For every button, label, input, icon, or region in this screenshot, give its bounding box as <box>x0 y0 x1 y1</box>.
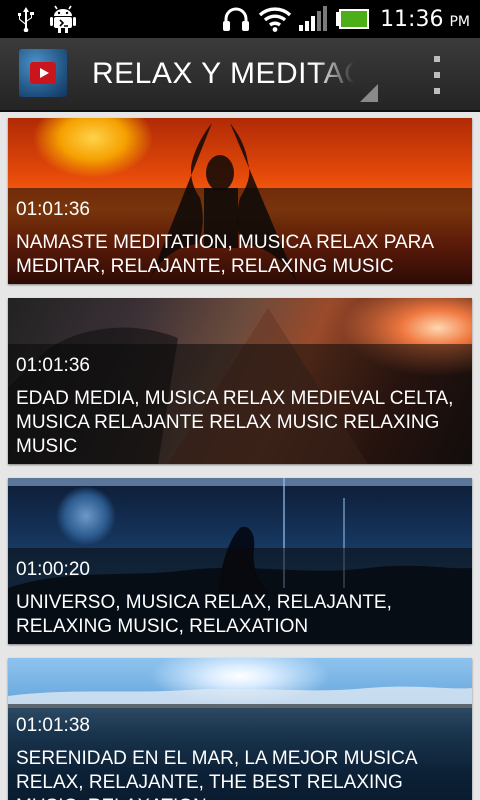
video-card[interactable]: 01:01:38 SERENIDAD EN EL MAR, LA MEJOR M… <box>8 658 472 800</box>
video-info-overlay: 01:01:36 EDAD MEDIA, MUSICA RELAX MEDIEV… <box>8 344 472 464</box>
video-info-overlay: 01:00:20 UNIVERSO, MUSICA RELAX, RELAJAN… <box>8 548 472 644</box>
menu-dot <box>434 56 440 62</box>
clock-time: 11:36 <box>380 7 444 32</box>
wifi-icon <box>258 0 292 38</box>
action-bar: RELAX Y MEDITACIÓN <box>0 38 480 112</box>
spinner-arrow-icon[interactable] <box>360 84 378 102</box>
video-title: SERENIDAD EN EL MAR, LA MEJOR MUSICA REL… <box>16 748 417 800</box>
video-card[interactable]: 01:01:36 NAMASTE MEDITATION, MUSICA RELA… <box>8 118 472 284</box>
play-video-icon <box>30 62 56 84</box>
video-list[interactable]: 01:01:36 NAMASTE MEDITATION, MUSICA RELA… <box>0 112 480 800</box>
menu-dot <box>434 88 440 94</box>
status-bar: 11:36 PM <box>0 0 480 38</box>
video-title: EDAD MEDIA, MUSICA RELAX MEDIEVAL CELTA,… <box>16 388 454 457</box>
menu-dot <box>434 72 440 78</box>
video-title: UNIVERSO, MUSICA RELAX, RELAJANTE, RELAX… <box>16 592 392 637</box>
battery-fill <box>341 11 367 27</box>
video-info-overlay: 01:01:36 NAMASTE MEDITATION, MUSICA RELA… <box>8 188 472 284</box>
app-title-spinner[interactable]: RELAX Y MEDITACIÓN <box>92 57 354 93</box>
app-icon[interactable] <box>19 49 67 97</box>
video-duration: 01:01:36 <box>16 199 90 220</box>
clock: 11:36 PM <box>380 0 470 38</box>
overflow-menu-icon[interactable] <box>425 56 449 94</box>
battery-icon <box>336 0 370 38</box>
headphones-icon <box>222 0 250 38</box>
video-title: NAMASTE MEDITATION, MUSICA RELAX PARA ME… <box>16 232 434 277</box>
signal-icon <box>298 0 328 38</box>
usb-icon <box>14 0 38 38</box>
clock-ampm: PM <box>449 14 470 30</box>
video-duration: 01:00:20 <box>16 559 90 580</box>
android-debug-icon <box>50 0 76 38</box>
video-duration: 01:01:38 <box>16 715 90 736</box>
video-card[interactable]: 01:00:20 UNIVERSO, MUSICA RELAX, RELAJAN… <box>8 478 472 644</box>
video-card[interactable]: 01:01:36 EDAD MEDIA, MUSICA RELAX MEDIEV… <box>8 298 472 464</box>
video-info-overlay: 01:01:38 SERENIDAD EN EL MAR, LA MEJOR M… <box>8 704 472 800</box>
video-duration: 01:01:36 <box>16 355 90 376</box>
